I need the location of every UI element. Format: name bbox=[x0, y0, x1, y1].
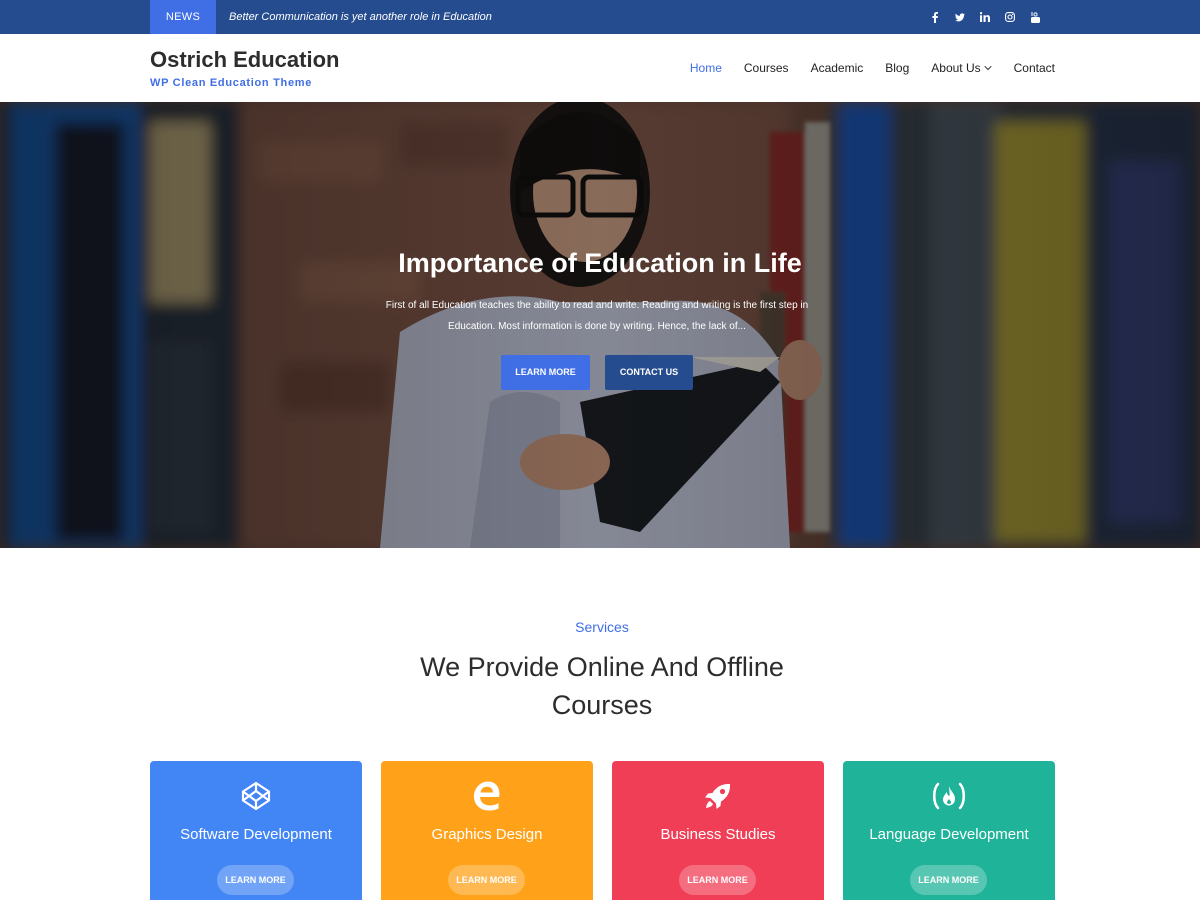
news-ticker-text[interactable]: Better Communication is yet another role… bbox=[229, 0, 492, 34]
service-learn-more-button[interactable]: LEARN MORE bbox=[679, 865, 756, 895]
nav-label: Academic bbox=[810, 61, 864, 75]
main-navigation: Home Courses Academic Blog About Us Cont… bbox=[690, 34, 1055, 102]
codepen-icon bbox=[150, 780, 362, 812]
learn-more-button[interactable]: LEARN MORE bbox=[501, 355, 590, 390]
service-card-title: Business Studies bbox=[660, 826, 776, 843]
service-learn-more-button[interactable]: LEARN MORE bbox=[217, 865, 294, 895]
service-card-title: Graphics Design bbox=[431, 826, 543, 843]
top-news-bar: NEWS Better Communication is yet another… bbox=[0, 0, 1200, 34]
site-header: Ostrich Education WP Clean Education The… bbox=[0, 34, 1200, 102]
services-eyebrow: Services bbox=[575, 619, 629, 635]
nav-item-home[interactable]: Home bbox=[690, 61, 722, 75]
service-card-business-studies: Business Studies LEARN MORE bbox=[612, 761, 824, 900]
site-tagline: WP Clean Education Theme bbox=[150, 77, 313, 89]
hero-slider: Importance of Education in Life First of… bbox=[0, 102, 1200, 548]
nav-label: About Us bbox=[931, 61, 981, 75]
hero-title: Importance of Education in Life bbox=[398, 248, 802, 278]
service-card-graphics-design: Graphics Design LEARN MORE bbox=[381, 761, 593, 900]
nav-label: Contact bbox=[1013, 61, 1055, 75]
site-title[interactable]: Ostrich Education bbox=[150, 47, 339, 73]
nav-item-contact[interactable]: Contact bbox=[1014, 61, 1055, 75]
rocket-icon bbox=[612, 780, 824, 812]
contact-us-button[interactable]: CONTACT US bbox=[605, 355, 693, 390]
chevron-down-icon bbox=[983, 65, 992, 71]
nav-item-blog[interactable]: Blog bbox=[885, 61, 909, 75]
hero-description: First of all Education teaches the abili… bbox=[385, 300, 809, 332]
instagram-icon[interactable] bbox=[1005, 11, 1015, 23]
news-badge: NEWS bbox=[150, 0, 216, 34]
facebook-icon[interactable] bbox=[930, 11, 940, 23]
youtube-icon[interactable] bbox=[1030, 11, 1040, 23]
nav-label: Blog bbox=[885, 61, 910, 75]
linkedin-icon[interactable] bbox=[980, 11, 990, 23]
twitter-icon[interactable] bbox=[955, 11, 965, 23]
service-learn-more-button[interactable]: LEARN MORE bbox=[448, 865, 525, 895]
services-heading: We Provide Online And Offline Courses bbox=[420, 652, 784, 720]
edge-icon bbox=[381, 780, 593, 812]
nav-item-courses[interactable]: Courses bbox=[744, 61, 789, 75]
social-links bbox=[930, 0, 1040, 34]
nav-label: Home bbox=[689, 61, 722, 75]
service-card-title: Software Development bbox=[180, 826, 332, 843]
nav-label: Courses bbox=[743, 61, 789, 75]
service-card-language-development: Language Development LEARN MORE bbox=[843, 761, 1055, 900]
service-card-title: Language Development bbox=[869, 826, 1029, 843]
nav-item-about-us[interactable]: About Us bbox=[931, 61, 992, 75]
nav-item-academic[interactable]: Academic bbox=[811, 61, 864, 75]
service-learn-more-button[interactable]: LEARN MORE bbox=[910, 865, 987, 895]
freecodecamp-icon bbox=[843, 780, 1055, 812]
service-card-software-development: Software Development LEARN MORE bbox=[150, 761, 362, 900]
